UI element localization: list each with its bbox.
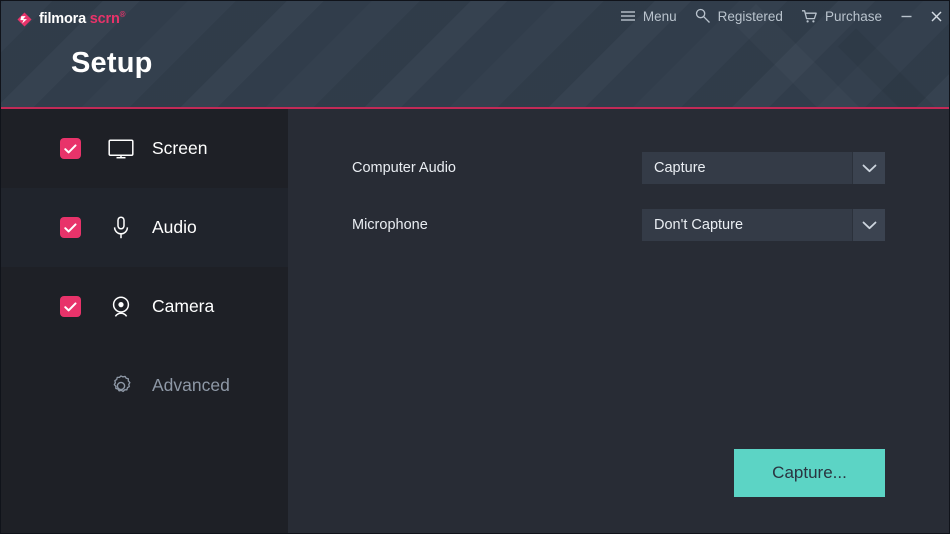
camera-checkbox[interactable]: [60, 296, 81, 317]
filmora-scrn-setup-window: filmora scrn® Menu Registered Purchase S…: [0, 0, 950, 534]
computer-audio-select[interactable]: Capture: [642, 152, 885, 184]
sidebar-item-label: Screen: [152, 137, 208, 158]
capture-button[interactable]: Capture...: [734, 449, 885, 497]
close-button[interactable]: [921, 1, 949, 31]
app-logo: filmora scrn®: [17, 9, 126, 29]
computer-audio-value: Capture: [642, 152, 852, 184]
microphone-label: Microphone: [352, 216, 428, 233]
logo-text: filmora scrn®: [39, 10, 126, 28]
sidebar: Screen Audio Camera Advanced: [1, 109, 288, 533]
registered-label: Registered: [717, 8, 783, 24]
sidebar-item-label: Audio: [152, 216, 197, 237]
titlebar-controls: Menu Registered Purchase: [611, 1, 949, 31]
logo-word-scrn: scrn: [89, 11, 120, 28]
webcam-icon: [108, 295, 134, 319]
computer-audio-row: Computer Audio Capture: [352, 152, 885, 184]
logo-trademark: ®: [119, 10, 126, 20]
microphone-select[interactable]: Don't Capture: [642, 209, 885, 241]
sidebar-item-label: Camera: [152, 295, 215, 316]
filmora-diamond-icon: [17, 11, 32, 27]
monitor-icon: [108, 138, 134, 159]
menu-button[interactable]: Menu: [611, 1, 686, 31]
registered-button[interactable]: Registered: [686, 1, 792, 31]
purchase-button[interactable]: Purchase: [792, 1, 891, 31]
checkmark-icon: [64, 222, 77, 232]
microphone-value: Don't Capture: [642, 209, 852, 241]
key-icon: [695, 8, 710, 23]
minimize-icon: [901, 15, 911, 17]
chevron-down-icon[interactable]: [852, 209, 885, 241]
computer-audio-label: Computer Audio: [352, 159, 456, 176]
sidebar-item-screen[interactable]: Screen: [1, 109, 288, 188]
sidebar-item-advanced[interactable]: Advanced: [1, 346, 288, 425]
microphone-row: Microphone Don't Capture: [352, 209, 885, 241]
minimize-button[interactable]: [891, 1, 921, 31]
menu-label: Menu: [642, 8, 677, 24]
sidebar-item-camera[interactable]: Camera: [1, 267, 288, 346]
close-icon: [931, 11, 941, 21]
checkmark-icon: [64, 301, 77, 311]
main-content: Computer Audio Capture Microphone Don't …: [288, 109, 949, 533]
sidebar-item-audio[interactable]: Audio: [1, 188, 288, 267]
window-header: filmora scrn® Menu Registered Purchase S…: [1, 1, 949, 109]
screen-checkbox[interactable]: [60, 138, 81, 159]
purchase-label: Purchase: [824, 8, 882, 24]
checkmark-icon: [64, 143, 77, 153]
microphone-icon: [108, 215, 134, 240]
audio-checkbox[interactable]: [60, 217, 81, 238]
shopping-cart-icon: [801, 9, 817, 22]
sidebar-item-label: Advanced: [152, 374, 230, 395]
page-title: Setup: [71, 47, 153, 79]
gear-icon: [108, 374, 134, 398]
logo-word-filmora: filmora: [39, 11, 86, 28]
hamburger-icon: [620, 11, 635, 21]
chevron-down-icon[interactable]: [852, 152, 885, 184]
